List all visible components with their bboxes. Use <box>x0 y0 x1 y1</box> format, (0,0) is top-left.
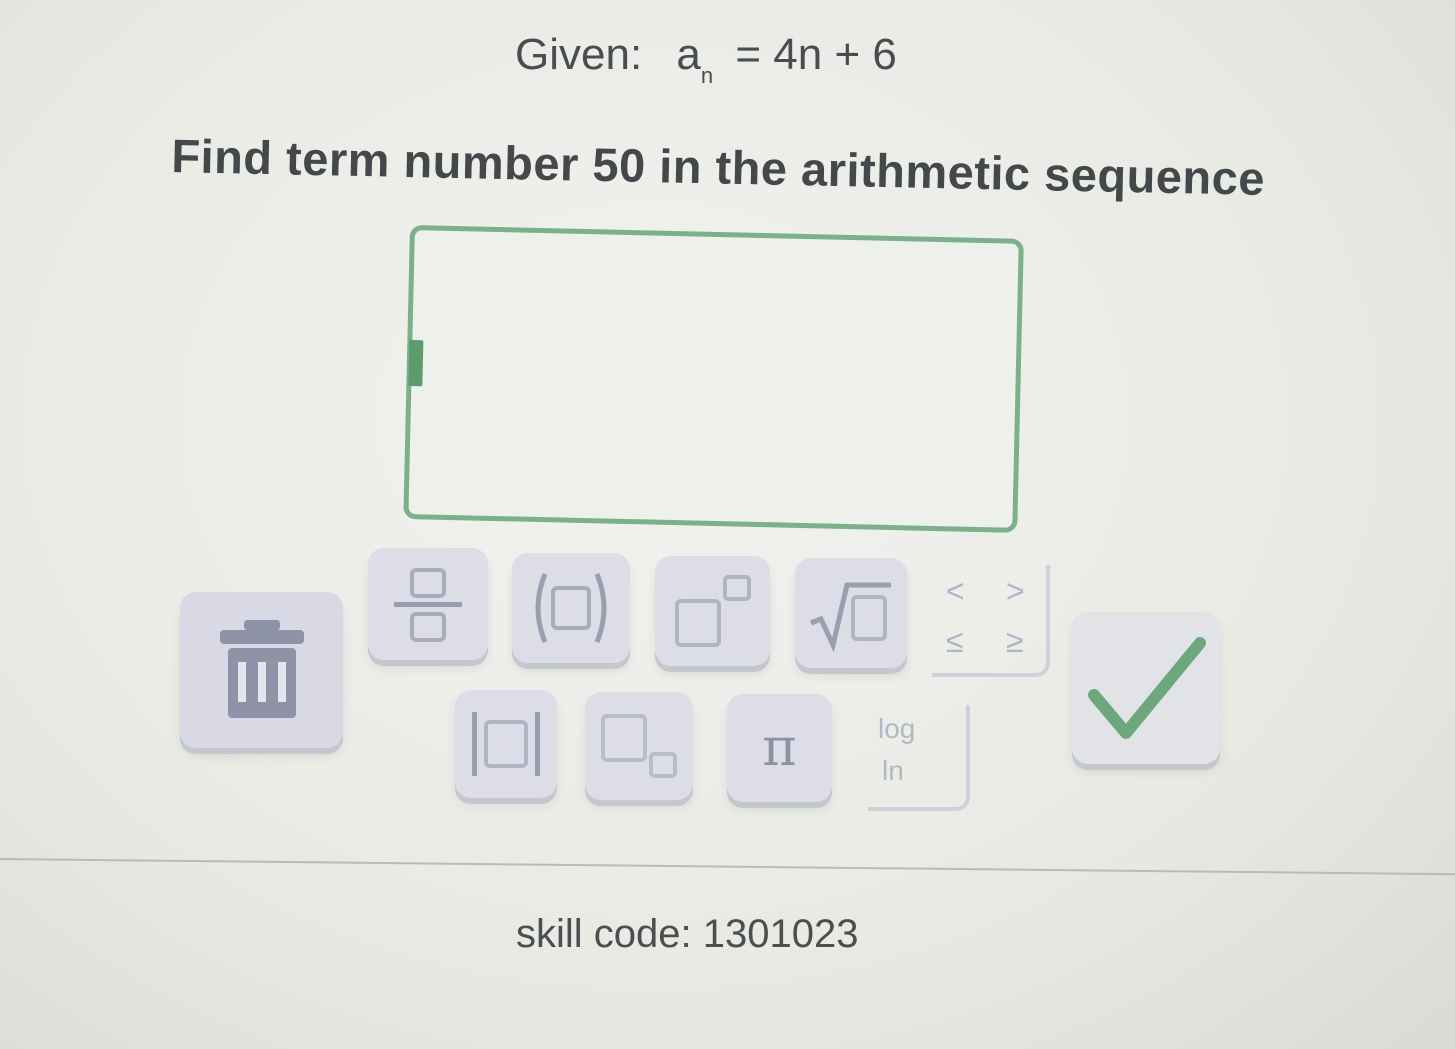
math-practice-screen: Given: an = 4n + 6 Find term number 50 i… <box>0 0 1455 1049</box>
sequence-variable: a <box>676 30 701 79</box>
answer-input[interactable] <box>403 225 1024 533</box>
checkmark-icon <box>1086 633 1206 743</box>
parentheses-button[interactable] <box>512 553 630 663</box>
absolute-value-icon <box>466 704 546 784</box>
given-label: Given: <box>515 30 643 79</box>
parentheses-icon <box>529 568 613 648</box>
greater-than-symbol: > <box>1006 573 1025 609</box>
square-root-icon <box>807 573 895 653</box>
skill-code: skill code: 1301023 <box>516 912 859 956</box>
less-than-symbol: < <box>946 573 965 609</box>
question-text: Find term number 50 in the arithmetic se… <box>170 128 1266 205</box>
trash-icon <box>214 618 310 722</box>
exponent-button[interactable] <box>655 556 770 666</box>
pi-button[interactable]: π <box>727 694 832 802</box>
fraction-button[interactable] <box>368 548 488 660</box>
absolute-value-button[interactable] <box>455 690 557 798</box>
greater-equal-symbol: ≥ <box>1006 623 1024 659</box>
input-cursor-marker <box>408 340 424 387</box>
footer-divider <box>0 858 1455 876</box>
log-menu-button[interactable]: log ln <box>868 705 970 811</box>
inequality-menu-button[interactable]: < > ≤ ≥ <box>932 565 1050 677</box>
ln-label: ln <box>882 755 904 786</box>
subscript-button[interactable] <box>585 692 693 800</box>
given-formula: Given: an = 4n + 6 <box>515 30 897 89</box>
square-root-button[interactable] <box>795 558 907 668</box>
pi-symbol: π <box>762 718 797 778</box>
sequence-subscript: n <box>700 63 714 88</box>
submit-button[interactable] <box>1072 612 1220 764</box>
subscript-icon <box>597 706 681 786</box>
exponent-icon <box>671 571 755 651</box>
less-equal-symbol: ≤ <box>946 623 964 659</box>
clear-button[interactable] <box>180 592 343 748</box>
formula-rhs: = 4n + 6 <box>735 30 897 79</box>
log-label: log <box>878 713 916 744</box>
fraction-icon <box>388 564 468 644</box>
